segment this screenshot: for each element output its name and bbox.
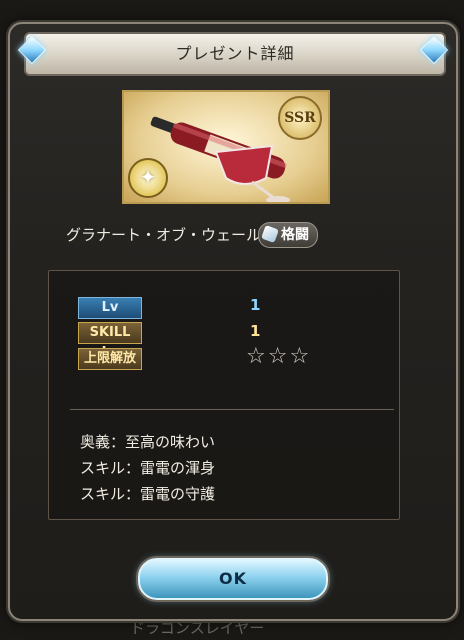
lv-value: 1: [250, 296, 261, 314]
ssr-rarity-badge: SSR: [278, 96, 322, 140]
lv-label: Lv: [78, 297, 142, 319]
skill-1-text: スキル：雷電の渾身: [80, 459, 216, 477]
item-name-row: グラナート・オブ・ウェールズ: [66, 224, 276, 248]
divider: [70, 409, 394, 410]
ok-button[interactable]: OK: [138, 558, 328, 600]
skill-lv-value: 1: [250, 322, 261, 340]
dialog-title: プレゼント詳細: [175, 44, 295, 63]
limit-break-stars: ☆☆☆: [246, 344, 312, 369]
fist-icon: [261, 225, 279, 243]
weapon-type-label: 格闘: [281, 227, 309, 243]
skill-lv-label: SKILL Lv: [78, 322, 142, 360]
light-element-icon: ✦: [128, 158, 168, 198]
limit-break-label: 上限解放: [78, 348, 142, 370]
item-image: SSR ✦: [122, 90, 330, 204]
item-name: グラナート・オブ・ウェールズ: [66, 226, 277, 244]
skill-2-text: スキル：雷電の守護: [80, 485, 216, 503]
weapon-type-badge: 格闘: [258, 222, 318, 248]
dialog-title-bar: プレゼント詳細: [24, 32, 446, 76]
ougi-text: 奥義：至高の味わい: [80, 433, 216, 451]
